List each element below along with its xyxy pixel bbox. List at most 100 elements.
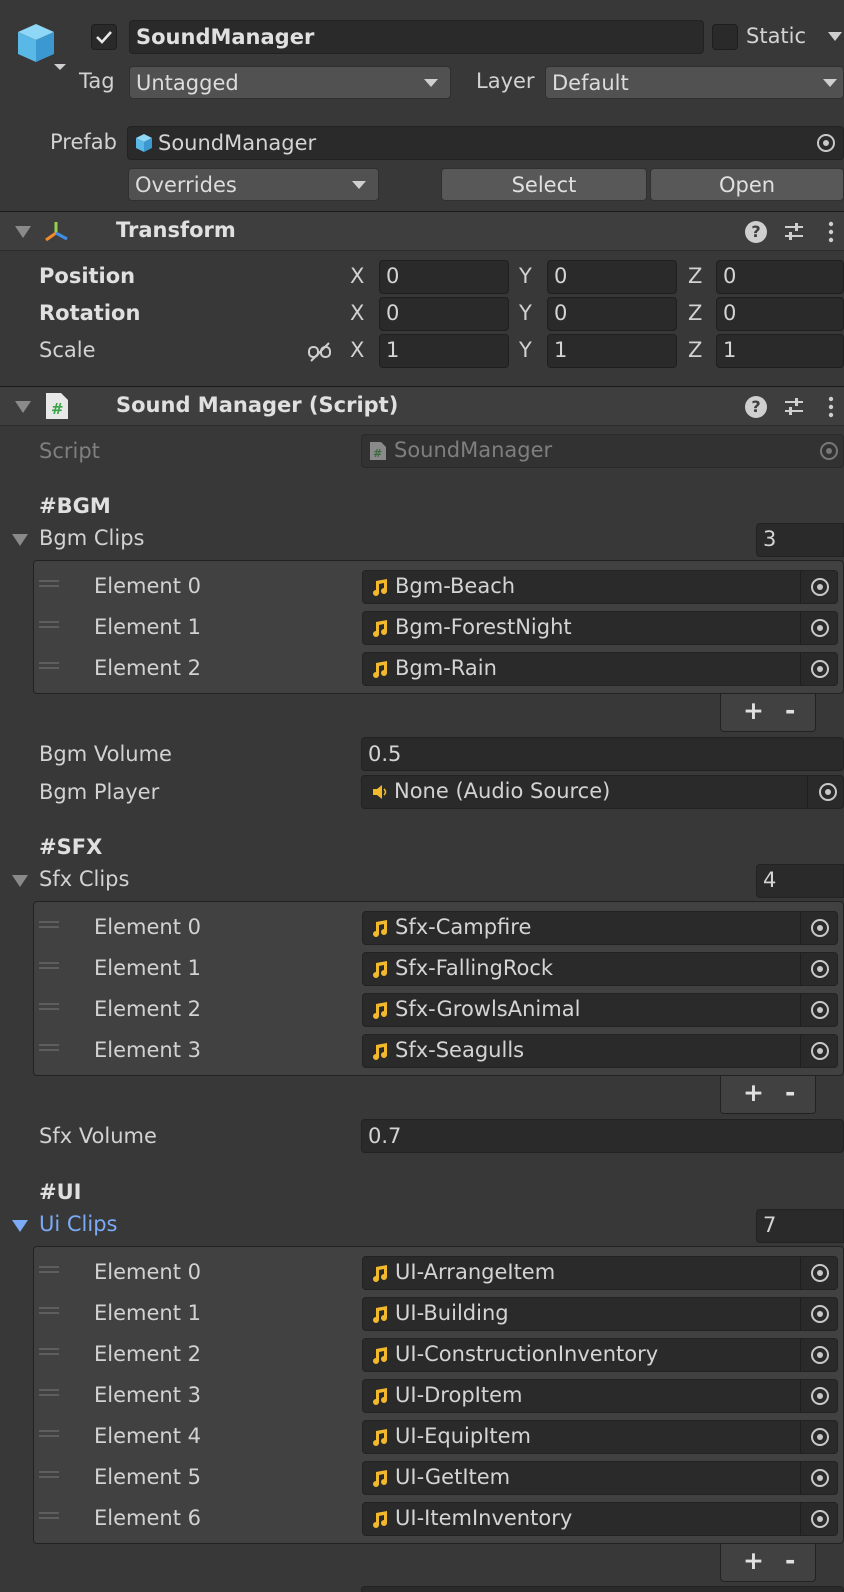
gameobject-icon[interactable] bbox=[14, 20, 66, 72]
ui-clips-label[interactable]: Ui Clips bbox=[39, 1212, 117, 1236]
position-z-input[interactable]: 0 bbox=[716, 260, 844, 294]
object-picker-icon[interactable] bbox=[811, 1469, 829, 1487]
object-picker-icon[interactable] bbox=[819, 783, 837, 801]
object-picker-icon[interactable] bbox=[811, 578, 829, 596]
audio-clip-field[interactable]: UI-DropItem bbox=[362, 1379, 838, 1413]
rotation-y-axis[interactable]: Y bbox=[519, 301, 532, 325]
audio-clip-field[interactable]: Bgm-Beach bbox=[362, 570, 838, 604]
fold-arrow-icon[interactable] bbox=[15, 401, 31, 413]
audio-clip-field[interactable]: Sfx-FallingRock bbox=[362, 952, 838, 986]
active-checkbox[interactable] bbox=[91, 24, 117, 50]
audio-clip-field[interactable]: UI-EquipItem bbox=[362, 1420, 838, 1454]
presets-icon[interactable] bbox=[783, 221, 805, 243]
audio-clip-field[interactable]: UI-Building bbox=[362, 1297, 838, 1331]
object-picker-icon[interactable] bbox=[811, 1001, 829, 1019]
fold-arrow-icon[interactable] bbox=[12, 1220, 28, 1232]
drag-handle-icon[interactable] bbox=[39, 1512, 59, 1519]
position-y-input[interactable]: 0 bbox=[547, 260, 677, 294]
scale-z-axis[interactable]: Z bbox=[688, 338, 702, 362]
object-picker-icon[interactable] bbox=[811, 1305, 829, 1323]
drag-handle-icon[interactable] bbox=[39, 621, 59, 628]
position-x-input[interactable]: 0 bbox=[379, 260, 509, 294]
layer-dropdown[interactable]: Default bbox=[545, 66, 844, 99]
scale-x-input[interactable]: 1 bbox=[379, 334, 509, 368]
scale-y-input[interactable]: 1 bbox=[547, 334, 677, 368]
object-picker-icon[interactable] bbox=[811, 1346, 829, 1364]
object-picker-icon[interactable] bbox=[811, 1042, 829, 1060]
select-button[interactable]: Select bbox=[441, 168, 647, 201]
sound-manager-header[interactable]: # Sound Manager (Script) ? bbox=[0, 386, 844, 426]
static-dropdown-icon[interactable] bbox=[828, 32, 842, 41]
static-checkbox[interactable] bbox=[712, 24, 738, 50]
help-icon[interactable]: ? bbox=[745, 221, 767, 243]
audio-clip-field[interactable]: UI-ItemInventory bbox=[362, 1502, 838, 1536]
presets-icon[interactable] bbox=[783, 396, 805, 418]
object-picker-icon[interactable] bbox=[811, 1510, 829, 1528]
bgm-clips-label[interactable]: Bgm Clips bbox=[39, 526, 144, 550]
remove-element-button[interactable]: - bbox=[785, 1546, 795, 1575]
remove-element-button[interactable]: - bbox=[785, 696, 795, 725]
object-picker-icon[interactable] bbox=[811, 960, 829, 978]
scale-z-input[interactable]: 1 bbox=[716, 334, 844, 368]
audio-clip-field[interactable]: Sfx-GrowlsAnimal bbox=[362, 993, 838, 1027]
drag-handle-icon[interactable] bbox=[39, 1044, 59, 1051]
object-picker-icon[interactable] bbox=[817, 134, 835, 152]
audio-clip-field[interactable]: Bgm-ForestNight bbox=[362, 611, 838, 645]
object-picker-icon[interactable] bbox=[811, 619, 829, 637]
audio-clip-field[interactable]: Sfx-Seagulls bbox=[362, 1034, 838, 1068]
remove-element-button[interactable]: - bbox=[785, 1078, 795, 1107]
drag-handle-icon[interactable] bbox=[39, 1307, 59, 1314]
drag-handle-icon[interactable] bbox=[39, 1266, 59, 1273]
more-options-icon[interactable] bbox=[827, 396, 835, 418]
rotation-z-input[interactable]: 0 bbox=[716, 297, 844, 331]
add-element-button[interactable]: + bbox=[743, 1078, 764, 1107]
drag-handle-icon[interactable] bbox=[39, 580, 59, 587]
drag-handle-icon[interactable] bbox=[39, 1471, 59, 1478]
fold-arrow-icon[interactable] bbox=[15, 226, 31, 238]
object-name-input[interactable]: SoundManager bbox=[129, 20, 704, 54]
overrides-dropdown[interactable]: Overrides bbox=[128, 168, 379, 201]
add-element-button[interactable]: + bbox=[743, 1546, 764, 1575]
bgm-clips-size-input[interactable]: 3 bbox=[756, 523, 844, 557]
position-y-axis[interactable]: Y bbox=[519, 264, 532, 288]
drag-handle-icon[interactable] bbox=[39, 662, 59, 669]
rotation-y-input[interactable]: 0 bbox=[547, 297, 677, 331]
rotation-x-axis[interactable]: X bbox=[350, 301, 364, 325]
sfx-volume-input[interactable]: 0.7 bbox=[361, 1119, 844, 1153]
rotation-x-input[interactable]: 0 bbox=[379, 297, 509, 331]
sfx-clips-size-input[interactable]: 4 bbox=[756, 864, 844, 898]
position-x-axis[interactable]: X bbox=[350, 264, 364, 288]
add-element-button[interactable]: + bbox=[743, 696, 764, 725]
drag-handle-icon[interactable] bbox=[39, 962, 59, 969]
scale-x-axis[interactable]: X bbox=[350, 338, 364, 362]
more-options-icon[interactable] bbox=[827, 221, 835, 243]
tag-dropdown[interactable]: Untagged bbox=[129, 66, 451, 99]
audio-clip-field[interactable]: Sfx-Campfire bbox=[362, 911, 838, 945]
bgm-volume-input[interactable]: 0.5 bbox=[361, 737, 844, 771]
audio-clip-field[interactable]: UI-ArrangeItem bbox=[362, 1256, 838, 1290]
audio-clip-field[interactable]: UI-ConstructionInventory bbox=[362, 1338, 838, 1372]
fold-arrow-icon[interactable] bbox=[12, 875, 28, 887]
object-picker-icon[interactable] bbox=[811, 1387, 829, 1405]
open-button[interactable]: Open bbox=[650, 168, 844, 201]
drag-handle-icon[interactable] bbox=[39, 1003, 59, 1010]
audio-clip-field[interactable]: Bgm-Rain bbox=[362, 652, 838, 686]
object-picker-icon[interactable] bbox=[811, 660, 829, 678]
bgm-player-field[interactable]: None (Audio Source) bbox=[361, 775, 844, 809]
transform-header[interactable]: Transform ? bbox=[0, 211, 844, 251]
scale-y-axis[interactable]: Y bbox=[519, 338, 532, 362]
help-icon[interactable]: ? bbox=[745, 396, 767, 418]
ui-clips-size-input[interactable]: 7 bbox=[756, 1209, 844, 1243]
object-picker-icon[interactable] bbox=[811, 1428, 829, 1446]
drag-handle-icon[interactable] bbox=[39, 1430, 59, 1437]
audio-clip-field[interactable]: UI-GetItem bbox=[362, 1461, 838, 1495]
object-picker-icon[interactable] bbox=[811, 1264, 829, 1282]
object-picker-icon[interactable] bbox=[811, 919, 829, 937]
position-z-axis[interactable]: Z bbox=[688, 264, 702, 288]
prefab-field[interactable]: SoundManager bbox=[127, 126, 844, 160]
drag-handle-icon[interactable] bbox=[39, 921, 59, 928]
unlinked-scale-icon[interactable] bbox=[307, 341, 333, 363]
drag-handle-icon[interactable] bbox=[39, 1389, 59, 1396]
sfx-clips-label[interactable]: Sfx Clips bbox=[39, 867, 129, 891]
rotation-z-axis[interactable]: Z bbox=[688, 301, 702, 325]
